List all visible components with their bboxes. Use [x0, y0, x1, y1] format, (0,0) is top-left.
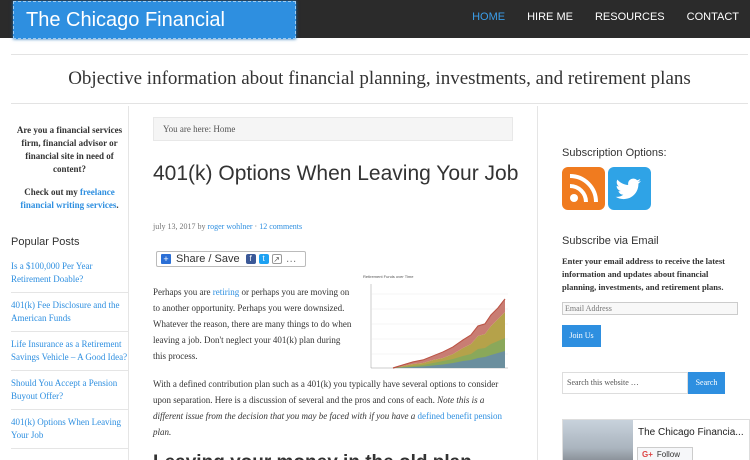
subscribe-email-title: Subscribe via Email: [562, 235, 659, 247]
p2-note-end: plan.: [153, 427, 172, 437]
subscription-options-title: Subscription Options:: [562, 147, 667, 159]
comments-link[interactable]: 12 comments: [259, 222, 302, 231]
search-button[interactable]: Search: [688, 372, 725, 394]
nav-hire-me[interactable]: HIRE ME: [516, 0, 584, 34]
follow-button[interactable]: G+ Follow: [637, 447, 693, 460]
popular-posts-list: Is a $100,000 Per Year Retirement Doable…: [11, 254, 128, 449]
left-sidebar: Are you a financial services firm, finan…: [11, 106, 129, 460]
defined-benefit-link[interactable]: defined benefit pension: [418, 411, 502, 421]
share-arrow-icon[interactable]: ↗: [271, 254, 282, 264]
promo-text: Are you a financial services firm, finan…: [16, 125, 123, 174]
p1-text-a: Perhaps you are: [153, 287, 211, 297]
popular-post-link[interactable]: 401(k) Fee Disclosure and the American F…: [11, 300, 119, 323]
facebook-page-card[interactable]: The Chicago Financia... G+ Follow: [562, 419, 750, 460]
plus-icon: +: [161, 254, 171, 264]
main-nav: HOME HIRE ME RESOURCES CONTACT: [461, 0, 750, 34]
share-save-button[interactable]: + Share / Save f t ↗ …: [156, 251, 306, 267]
fb-page-name[interactable]: The Chicago Financia...: [638, 427, 744, 438]
list-item: Is a $100,000 Per Year Retirement Doable…: [11, 254, 128, 293]
meta-separator: ·: [254, 222, 258, 231]
tagline-banner: Objective information about financial pl…: [11, 54, 748, 104]
popular-post-link[interactable]: Is a $100,000 Per Year Retirement Doable…: [11, 261, 93, 284]
intro-paragraph: Perhaps you are retiring or perhaps you …: [153, 284, 353, 364]
site-tagline: Objective information about financial pl…: [68, 68, 691, 89]
section-heading: Leaving your money in the old plan: [153, 452, 472, 460]
post-meta: july 13, 2017 by roger wohlner · 12 comm…: [153, 222, 302, 231]
subscribe-description: Enter your email address to receive the …: [562, 256, 725, 292]
rss-icon[interactable]: [562, 167, 605, 210]
retirement-funds-chart: Retirement Funds over Time: [363, 274, 513, 374]
list-item: 401(k) Options When Leaving Your Job: [11, 410, 128, 449]
retiring-link[interactable]: retiring: [213, 287, 240, 297]
breadcrumb: You are here: Home: [153, 117, 513, 141]
promo-cta-suffix: .: [116, 200, 119, 210]
share-label: Share / Save: [176, 253, 240, 265]
list-item: 401(k) Fee Disclosure and the American F…: [11, 293, 128, 332]
main-content: You are here: Home 401(k) Options When L…: [130, 106, 538, 460]
promo-box: Are you a financial services firm, finan…: [11, 106, 128, 212]
nav-home[interactable]: HOME: [461, 0, 516, 34]
twitter-icon[interactable]: t: [258, 254, 269, 264]
join-us-button[interactable]: Join Us: [562, 325, 601, 347]
right-sidebar: Subscription Options: Subscribe via Emai…: [539, 106, 750, 460]
list-item: Should You Accept a Pension Buyout Offer…: [11, 371, 128, 410]
follow-label: Follow: [656, 450, 681, 459]
chart-image: [370, 284, 508, 369]
popular-post-link[interactable]: Life Insurance as a Retirement Savings V…: [11, 339, 127, 362]
p1-text-b: or perhaps you are moving on to another …: [153, 287, 352, 361]
chart-title: Retirement Funds over Time: [363, 274, 414, 279]
popular-post-link[interactable]: Should You Accept a Pension Buyout Offer…: [11, 378, 117, 401]
search-input[interactable]: Search this website …: [562, 372, 688, 394]
promo-cta-prefix: Check out my: [24, 187, 78, 197]
popular-posts-title: Popular Posts: [11, 236, 80, 248]
nav-contact[interactable]: CONTACT: [676, 0, 750, 34]
email-field[interactable]: Email Address: [562, 302, 738, 315]
more-dots-icon[interactable]: …: [286, 253, 297, 265]
list-item: Life Insurance as a Retirement Savings V…: [11, 332, 128, 371]
fb-cover-photo: [563, 420, 633, 460]
post-date: july 13, 2017 by: [153, 222, 206, 231]
twitter-glyph: [615, 178, 641, 200]
facebook-icon[interactable]: f: [245, 254, 256, 264]
top-bar: The Chicago Financial Planner HOME HIRE …: [0, 0, 750, 67]
options-paragraph: With a defined contribution plan such as…: [153, 376, 513, 440]
author-link[interactable]: roger wohlner: [207, 222, 252, 231]
twitter-bird-icon[interactable]: [608, 167, 651, 210]
site-logo[interactable]: The Chicago Financial Planner: [13, 1, 296, 67]
popular-post-link[interactable]: 401(k) Options When Leaving Your Job: [11, 417, 121, 440]
rss-glyph: [569, 174, 598, 203]
google-plus-icon: G+: [642, 450, 653, 459]
promo-cta: Check out my freelance financial writing…: [15, 186, 124, 212]
nav-resources[interactable]: RESOURCES: [584, 0, 676, 34]
post-title[interactable]: 401(k) Options When Leaving Your Job: [153, 160, 523, 188]
